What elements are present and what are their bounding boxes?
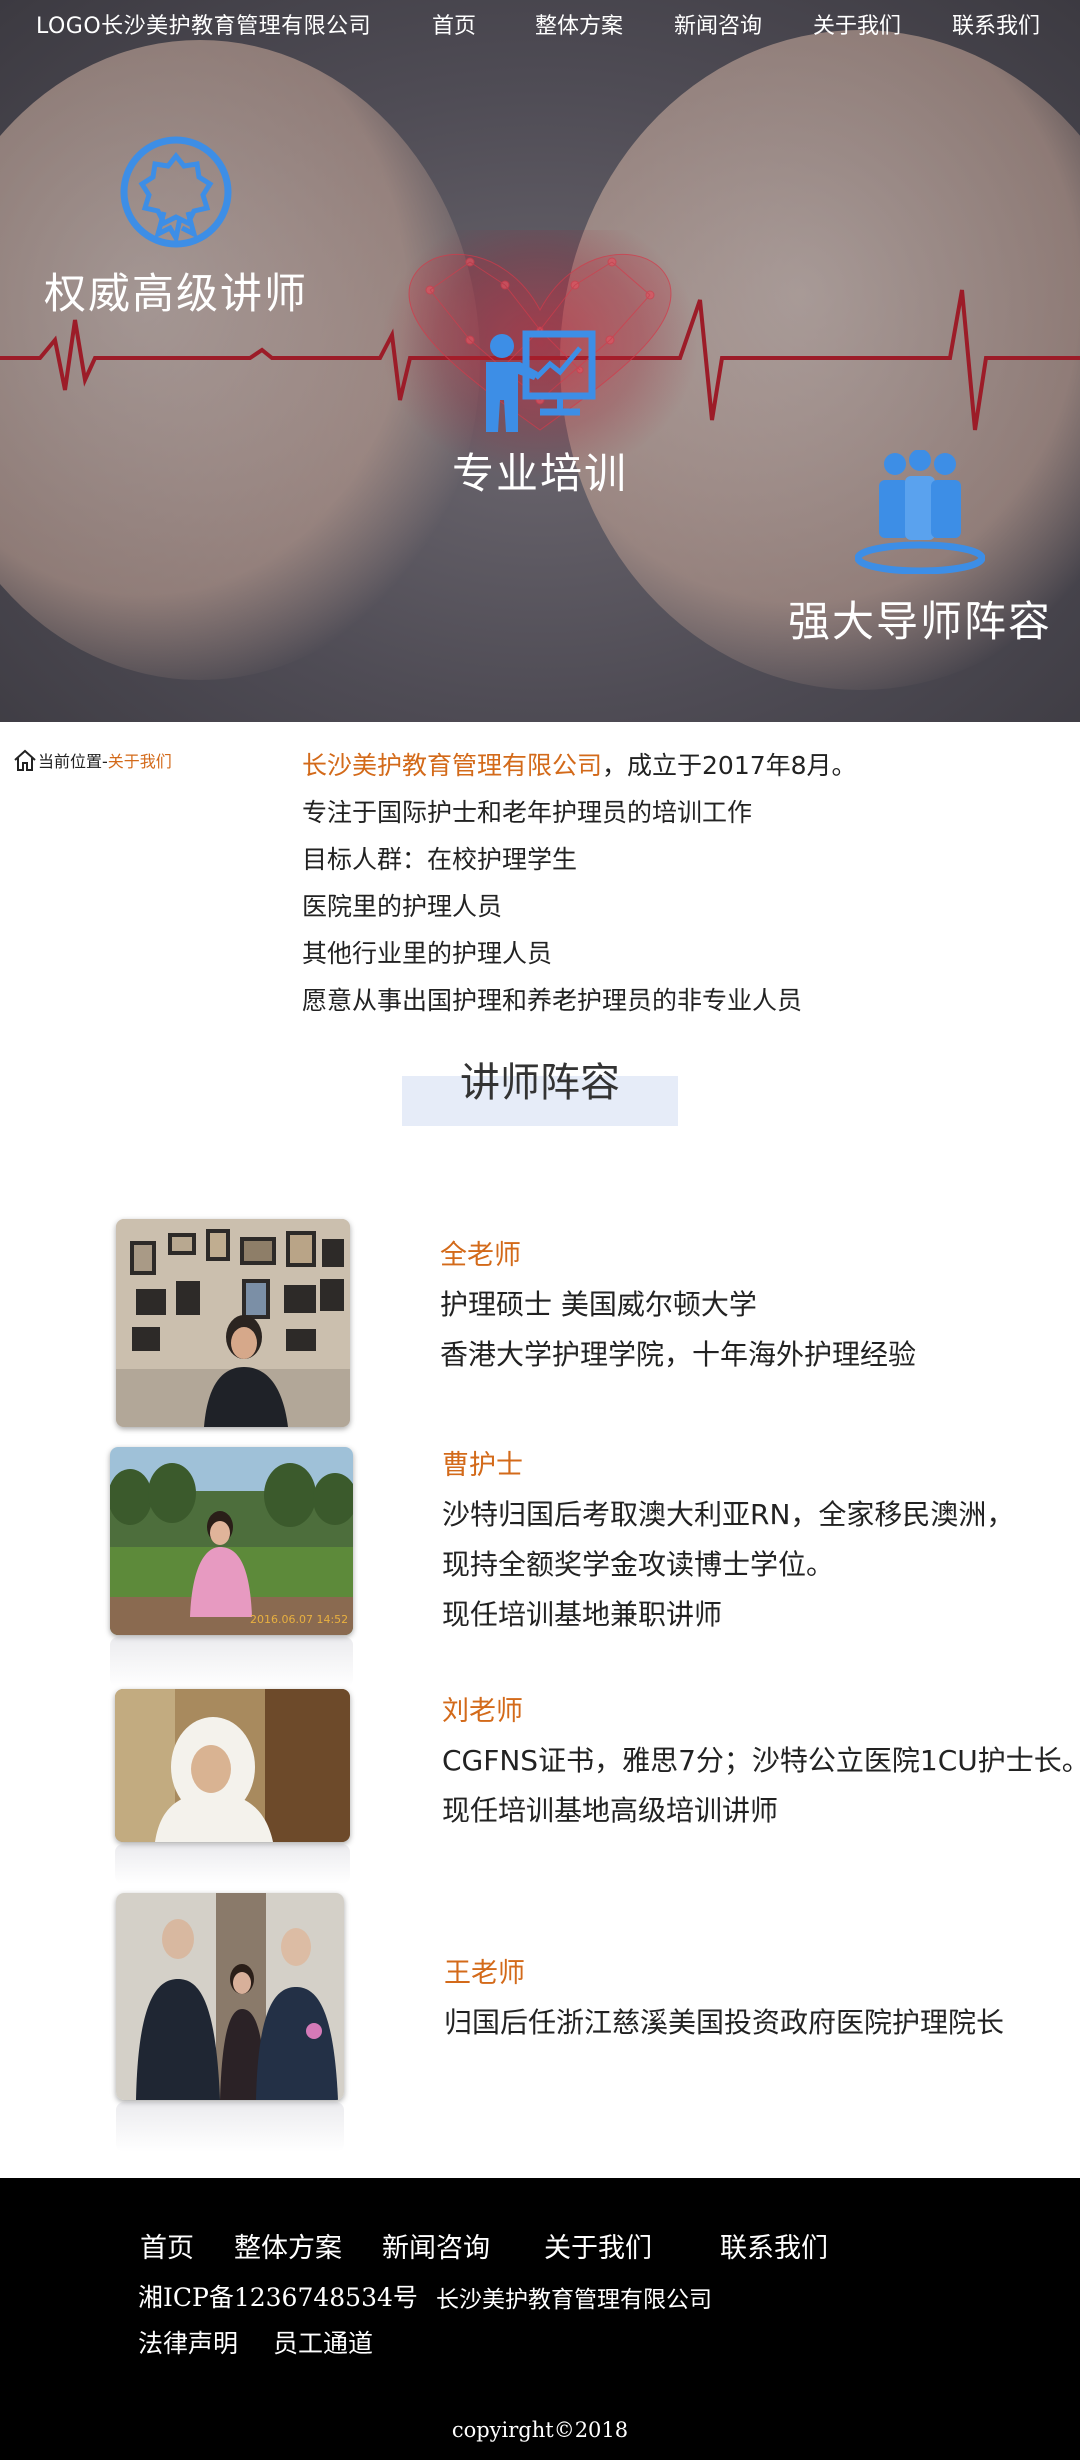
about-line: 愿意从事出国护理和养老护理员的非专业人员: [302, 986, 803, 1015]
breadcrumb: 当前位置- 关于我们: [12, 748, 172, 772]
teacher-photo-image: [116, 1219, 350, 1427]
teacher-photo-image: [116, 1893, 344, 2100]
teacher-photo: [116, 1893, 344, 2100]
teacher-name: 王老师: [444, 1958, 525, 1989]
nav-solutions[interactable]: 整体方案: [535, 8, 623, 40]
teacher-detail: 现持全额奖学金攻读博士学位。: [442, 1548, 835, 1581]
site-logo[interactable]: LOGO长沙美护教育管理有限公司: [36, 8, 371, 40]
footer-nav-news[interactable]: 新闻咨询: [382, 2226, 490, 2265]
about-line: 专注于国际护士和老年护理员的培训工作: [302, 798, 753, 827]
feature-senior-lecturers: 权威高级讲师: [36, 134, 316, 321]
teacher-board-icon: [486, 330, 596, 432]
teacher-detail: CGFNS证书，雅思7分；沙特公立医院1CU护士长。: [442, 1744, 1080, 1777]
breadcrumb-current[interactable]: 关于我们: [108, 748, 172, 772]
teacher-photo: 2016.06.07 14:52: [110, 1447, 353, 1635]
about-intro: 长沙美护教育管理有限公司，成立于2017年8月。: [302, 742, 1042, 789]
footer-nav-contact[interactable]: 联系我们: [720, 2226, 828, 2265]
teacher-photo: [115, 1689, 350, 1842]
nav-about[interactable]: 关于我们: [813, 8, 901, 40]
feature-professional-training: 专业培训: [420, 328, 660, 501]
section-title-text: 讲师阵容: [460, 1060, 620, 1106]
teacher-card: 刘老师 CGFNS证书，雅思7分；沙特公立医院1CU护士长。 现任培训基地高级培…: [442, 1688, 1080, 1836]
top-navigation: LOGO长沙美护教育管理有限公司 首页 整体方案 新闻咨询 关于我们 联系我们: [0, 0, 1080, 44]
teacher-detail: 现任培训基地高级培训讲师: [442, 1794, 779, 1827]
feature-mentor-team: 强大导师阵容: [770, 450, 1070, 649]
nav-home[interactable]: 首页: [432, 8, 476, 40]
photo-reflection: [110, 1637, 353, 1687]
teacher-card: 王老师 归国后任浙江慈溪美国投资政府医院护理院长: [444, 1950, 1004, 2048]
hero-banner: LOGO长沙美护教育管理有限公司 首页 整体方案 新闻咨询 关于我们 联系我们 …: [0, 0, 1080, 722]
teacher-detail: 现任培训基地兼职讲师: [442, 1598, 723, 1631]
breadcrumb-prefix: 当前位置-: [38, 752, 108, 771]
photo-timestamp: 2016.06.07 14:52: [250, 1613, 348, 1626]
photo-reflection: [116, 2102, 344, 2152]
feature-label: 权威高级讲师: [43, 269, 308, 318]
about-section: 长沙美护教育管理有限公司，成立于2017年8月。 专注于国际护士和老年护理员的培…: [302, 742, 1042, 1024]
footer-nav-solutions[interactable]: 整体方案: [234, 2226, 342, 2265]
section-title: 讲师阵容: [402, 1050, 678, 1126]
teacher-photo-image: 2016.06.07 14:52: [110, 1447, 353, 1635]
teacher-name: 全老师: [440, 1240, 521, 1271]
teacher-detail: 归国后任浙江慈溪美国投资政府医院护理院长: [444, 2006, 1005, 2039]
teacher-detail: 沙特归国后考取澳大利亚RN，全家移民澳洲，: [442, 1498, 1015, 1531]
staff-link[interactable]: 员工通道: [273, 2324, 373, 2360]
teacher-card: 曹护士 沙特归国后考取澳大利亚RN，全家移民澳洲， 现持全额奖学金攻读博士学位。…: [442, 1442, 1014, 1640]
nav-news[interactable]: 新闻咨询: [674, 8, 762, 40]
legal-link[interactable]: 法律声明: [138, 2324, 238, 2360]
teacher-card: 全老师 护理硕士 美国威尔顿大学 香港大学护理学院，十年海外护理经验: [440, 1232, 916, 1380]
teacher-name: 曹护士: [442, 1450, 523, 1481]
footer-nav-about[interactable]: 关于我们: [544, 2226, 652, 2265]
award-badge-icon: [120, 136, 232, 248]
teacher-name: 刘老师: [442, 1696, 523, 1727]
photo-reflection: [115, 1844, 350, 1884]
team-podium-icon: [855, 450, 985, 574]
home-icon[interactable]: [12, 748, 38, 772]
company-name: 长沙美护教育管理有限公司: [302, 751, 603, 780]
teacher-detail: 香港大学护理学院，十年海外护理经验: [440, 1338, 917, 1371]
footer: 首页 整体方案 新闻咨询 关于我们 联系我们 湘ICP备1236748534号 …: [0, 2178, 1080, 2460]
about-line: 目标人群：在校护理学生: [302, 845, 578, 874]
icp-number[interactable]: 湘ICP备1236748534号: [138, 2278, 418, 2314]
teacher-detail: 护理硕士 美国威尔顿大学: [440, 1288, 757, 1321]
about-line: 医院里的护理人员: [302, 892, 503, 921]
feature-label: 强大导师阵容: [787, 597, 1052, 646]
teacher-photo-image: [115, 1689, 350, 1842]
teacher-photo: [116, 1219, 350, 1427]
footer-nav-home[interactable]: 首页: [140, 2226, 194, 2265]
footer-company: 长沙美护教育管理有限公司: [436, 2287, 712, 2313]
copyright: copyirght©2018: [451, 2418, 629, 2442]
founded-text: ，成立于2017年8月。: [602, 751, 857, 780]
nav-contact[interactable]: 联系我们: [952, 8, 1040, 40]
about-line: 其他行业里的护理人员: [302, 939, 553, 968]
feature-label: 专业培训: [451, 449, 628, 498]
